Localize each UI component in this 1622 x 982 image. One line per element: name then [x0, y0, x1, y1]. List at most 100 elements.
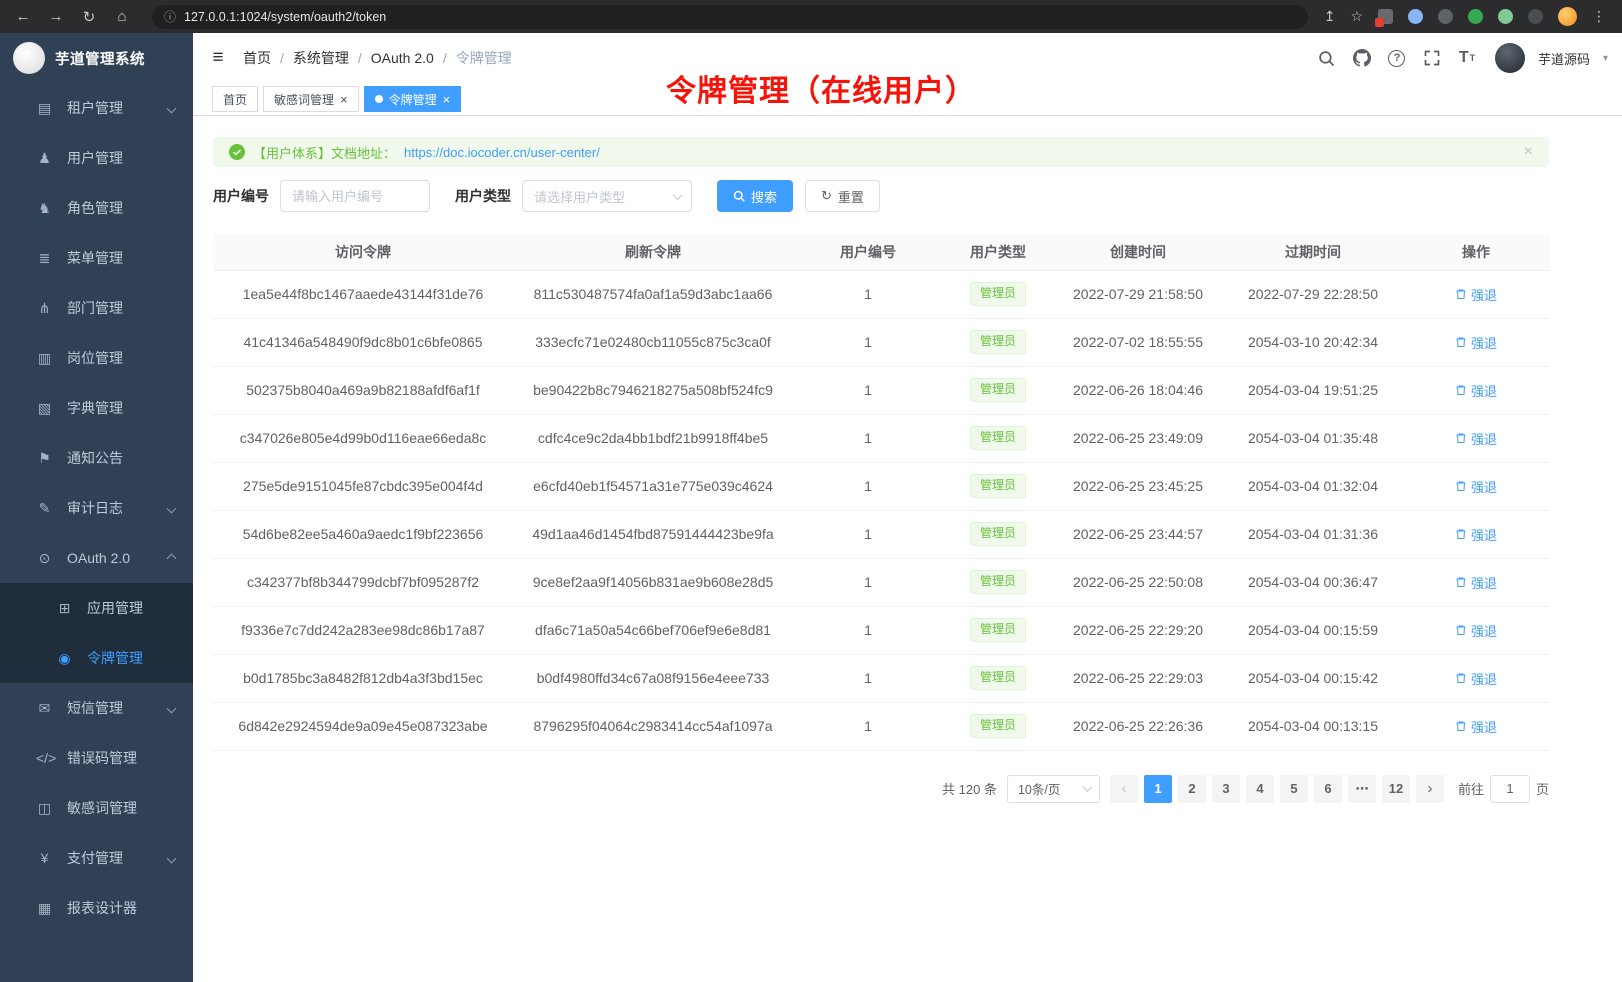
sidebar-item-token-mgmt[interactable]: ◉ 令牌管理 — [0, 633, 193, 683]
chevron-down-icon — [167, 103, 177, 113]
breadcrumb-item[interactable]: 首页 — [243, 48, 293, 68]
goto-page-input[interactable] — [1490, 775, 1530, 803]
caret-down-icon[interactable]: ▾ — [1603, 53, 1608, 64]
user-type-badge: 管理员 — [970, 378, 1026, 402]
sidebar-item-label: 用户管理 — [67, 148, 123, 168]
sidebar-item-dict-mgmt[interactable]: ▧ 字典管理 — [0, 383, 193, 433]
browser-profile-avatar[interactable] — [1558, 7, 1577, 26]
sidebar-item-post-mgmt[interactable]: ▥ 岗位管理 — [0, 333, 193, 383]
sidebar-item-oauth2[interactable]: ⊙ OAuth 2.0 — [0, 533, 193, 583]
table-row: 1ea5e44f8bc1467aaede43144f31de76 811c530… — [213, 270, 1549, 318]
doc-link[interactable]: https://doc.iocoder.cn/user-center/ — [404, 145, 600, 160]
more-pages-button[interactable]: ⋯ — [1348, 775, 1376, 803]
expire-time-cell: 2054-03-04 01:32:04 — [1223, 462, 1403, 510]
extension-icon[interactable] — [1528, 9, 1543, 24]
font-size-icon[interactable]: T — [1456, 47, 1478, 69]
page-button[interactable]: 6 — [1314, 775, 1342, 803]
tab-token-mgmt[interactable]: 令牌管理 × — [364, 86, 462, 112]
breadcrumb-item[interactable]: 系统管理 — [293, 48, 371, 68]
question-mark-glyph: ? — [1388, 50, 1405, 67]
user-type-badge: 管理员 — [970, 714, 1026, 738]
reset-button[interactable]: ↻ 重置 — [805, 180, 880, 212]
browser-menu-icon[interactable]: ⋮ — [1592, 8, 1606, 25]
sidebar-item-label: 支付管理 — [67, 848, 123, 868]
force-logout-button[interactable]: 强退 — [1455, 381, 1497, 400]
help-icon[interactable]: ? — [1386, 47, 1408, 69]
home-icon[interactable]: ⌂ — [109, 4, 135, 30]
sidebar-item-app-mgmt[interactable]: ⊞ 应用管理 — [0, 583, 193, 633]
extension-icon[interactable] — [1468, 9, 1483, 24]
user-name[interactable]: 芋道源码 — [1538, 49, 1590, 68]
sidebar-item-sensitive-word-mgmt[interactable]: ◫ 敏感词管理 — [0, 783, 193, 833]
user-type-select[interactable]: 请选择用户类型 — [522, 180, 692, 212]
page-size-select[interactable]: 10条/页 — [1007, 775, 1100, 803]
share-icon[interactable]: ↥ — [1324, 8, 1336, 25]
sidebar-item-dept-mgmt[interactable]: ⋔ 部门管理 — [0, 283, 193, 333]
sidebar-item-role-mgmt[interactable]: ♞ 角色管理 — [0, 183, 193, 233]
prev-page-button[interactable]: ‹ — [1110, 775, 1138, 803]
user-type-badge: 管理员 — [970, 474, 1026, 498]
force-logout-button[interactable]: 强退 — [1455, 525, 1497, 544]
page-button[interactable]: 5 — [1280, 775, 1308, 803]
next-page-button[interactable]: › — [1416, 775, 1444, 803]
sidebar-item-report-designer[interactable]: ▦ 报表设计器 — [0, 883, 193, 933]
error-code-icon: </> — [36, 750, 53, 766]
breadcrumb-item[interactable]: OAuth 2.0 — [371, 50, 456, 66]
search-button[interactable]: 搜索 — [717, 180, 793, 212]
force-logout-button[interactable]: 强退 — [1455, 621, 1497, 640]
user-type-cell: 管理员 — [943, 702, 1053, 750]
reload-icon[interactable]: ↻ — [76, 4, 102, 30]
close-icon[interactable]: × — [340, 93, 348, 106]
app-logo[interactable]: 芋道管理系统 — [0, 33, 193, 83]
force-logout-button[interactable]: 强退 — [1455, 333, 1497, 352]
sidebar-item-menu-mgmt[interactable]: ≣ 菜单管理 — [0, 233, 193, 283]
extension-icon[interactable] — [1378, 9, 1393, 24]
page-button[interactable]: 1 — [1144, 775, 1172, 803]
tab-label: 首页 — [223, 91, 247, 108]
tab-sensitive-word-mgmt[interactable]: 敏感词管理 × — [263, 86, 359, 112]
extension-icon[interactable] — [1498, 9, 1513, 24]
page-button[interactable]: 12 — [1382, 775, 1410, 803]
sidebar-item-label: 错误码管理 — [67, 748, 137, 768]
page-button[interactable]: 4 — [1246, 775, 1274, 803]
user-id-cell: 1 — [793, 414, 943, 462]
site-info-icon[interactable]: ⓘ — [164, 8, 176, 25]
force-logout-button[interactable]: 强退 — [1455, 669, 1497, 688]
search-icon[interactable] — [1316, 47, 1338, 69]
expire-time-cell: 2054-03-04 00:13:15 — [1223, 702, 1403, 750]
user-type-badge: 管理员 — [970, 282, 1026, 306]
extension-icon[interactable] — [1408, 9, 1423, 24]
table-row: 6d842e2924594de9a09e45e087323abe 8796295… — [213, 702, 1549, 750]
hamburger-icon[interactable]: ≡ — [193, 33, 243, 83]
extension-icon[interactable] — [1438, 9, 1453, 24]
trash-icon — [1455, 336, 1467, 348]
user-id-input[interactable] — [280, 180, 430, 212]
force-logout-button[interactable]: 强退 — [1455, 285, 1497, 304]
close-icon[interactable]: × — [1524, 143, 1533, 161]
sidebar-item-tenant-mgmt[interactable]: ▤ 租户管理 — [0, 83, 193, 133]
force-logout-button[interactable]: 强退 — [1455, 477, 1497, 496]
sidebar-item-notice-mgmt[interactable]: ⚑ 通知公告 — [0, 433, 193, 483]
page-button[interactable]: 2 — [1178, 775, 1206, 803]
force-logout-button[interactable]: 强退 — [1455, 573, 1497, 592]
user-avatar[interactable] — [1495, 43, 1525, 73]
sidebar-item-user-mgmt[interactable]: ♟ 用户管理 — [0, 133, 193, 183]
force-logout-button[interactable]: 强退 — [1455, 429, 1497, 448]
audit-icon: ✎ — [36, 500, 53, 517]
address-bar[interactable]: ⓘ 127.0.0.1:1024/system/oauth2/token — [152, 5, 1308, 29]
create-time-cell: 2022-06-25 22:50:08 — [1053, 558, 1223, 606]
close-icon[interactable]: × — [443, 93, 451, 106]
github-icon[interactable] — [1351, 47, 1373, 69]
forward-icon[interactable]: → — [43, 4, 69, 30]
force-logout-button[interactable]: 强退 — [1455, 717, 1497, 736]
tab-home[interactable]: 首页 — [212, 86, 258, 112]
page-button[interactable]: 3 — [1212, 775, 1240, 803]
back-icon[interactable]: ← — [10, 4, 36, 30]
create-time-cell: 2022-06-26 18:04:46 — [1053, 366, 1223, 414]
sidebar-item-audit-log[interactable]: ✎ 审计日志 — [0, 483, 193, 533]
sidebar-item-sms-mgmt[interactable]: ✉ 短信管理 — [0, 683, 193, 733]
fullscreen-icon[interactable] — [1421, 47, 1443, 69]
sidebar-item-error-code-mgmt[interactable]: </> 错误码管理 — [0, 733, 193, 783]
bookmark-star-icon[interactable]: ☆ — [1350, 8, 1363, 25]
sidebar-item-payment-mgmt[interactable]: ¥ 支付管理 — [0, 833, 193, 883]
